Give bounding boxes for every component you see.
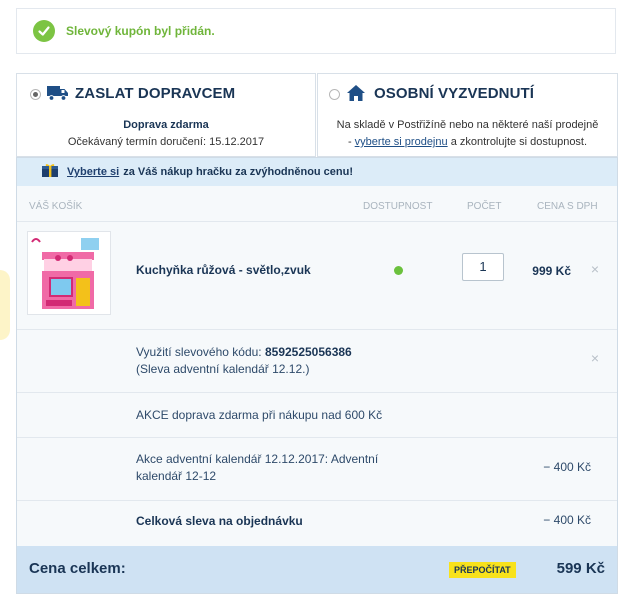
delivery-date-line: Očekávaný termín doručení: 15.12.2017 — [17, 134, 315, 151]
product-price: 999 Kč — [532, 264, 571, 278]
choose-store-link[interactable]: vyberte si prodejnu — [355, 136, 448, 148]
truck-icon — [47, 84, 69, 105]
remove-coupon-icon[interactable]: × — [591, 350, 599, 366]
promotion-line-2: kalendář 12-12 — [136, 469, 217, 483]
total-bar: Cena celkem: PŘEPOČÍTAT 599 Kč — [17, 546, 617, 593]
promotion-row: Akce adventní kalendář 12.12.2017: Adven… — [17, 438, 617, 501]
total-discount-row: Celková sleva na objednávku − 400 Kč — [17, 501, 617, 543]
quantity-input[interactable]: 1 — [462, 253, 504, 281]
header-cart: VÁŠ KOŠÍK — [29, 201, 83, 212]
decorative-strip — [0, 270, 10, 340]
promotion-line-1: Akce adventní kalendář 12.12.2017: Adven… — [136, 452, 379, 466]
product-image[interactable] — [27, 231, 111, 315]
pickup-check-text: a zkontrolujte si dostupnost. — [450, 136, 588, 148]
promotion-text: AKCE doprava zdarma při nákupu nad 600 K… — [136, 408, 383, 422]
promo-text: za Váš nákup hračku za zvýhodněnou cenu! — [123, 166, 354, 178]
promo-link[interactable]: Vyberte si — [67, 166, 119, 178]
pickup-details: Na skladě v Postřižíně nebo na některé n… — [318, 117, 617, 151]
shipping-option-pickup[interactable]: OSOBNÍ VYZVEDNUTÍ Na skladě v Postřižíně… — [317, 73, 618, 157]
remove-item-icon[interactable]: × — [591, 261, 599, 277]
success-notice: Slevový kupón byl přidán. — [16, 8, 616, 54]
header-count: POČET — [467, 201, 502, 212]
coupon-row: Využití slevového kódu: 8592525056386 (S… — [17, 330, 617, 393]
promo-banner: Vyberte si za Váš nákup hračku za zvýhod… — [17, 158, 617, 186]
coupon-note: (Sleva adventní kalendář 12.12.) — [136, 362, 310, 376]
availability-indicator — [394, 266, 403, 275]
shipping-options: ZASLAT DOPRAVCEM Doprava zdarma Očekávan… — [16, 73, 618, 157]
coupon-code: 8592525056386 — [264, 345, 352, 359]
coupon-text: Využití slevového kódu: 8592525056386 (S… — [136, 344, 352, 378]
pickup-dash: - — [347, 136, 352, 148]
recalculate-button[interactable]: PŘEPOČÍTAT — [449, 562, 516, 578]
carrier-title: ZASLAT DOPRAVCEM — [75, 85, 236, 102]
total-label: Cena celkem: — [29, 560, 126, 577]
promotion-row: AKCE doprava zdarma při nákupu nad 600 K… — [17, 393, 617, 438]
free-shipping-label: Doprava zdarma — [123, 119, 209, 131]
cart-table-header: VÁŠ KOŠÍK DOSTUPNOST POČET CENA S DPH — [17, 186, 617, 222]
cart-item-row: Kuchyňka růžová - světlo,zvuk 1 999 Kč × — [17, 222, 617, 330]
home-icon — [346, 84, 366, 105]
promotion-amount: − 400 Kč — [543, 460, 591, 474]
pickup-radio[interactable] — [329, 89, 340, 100]
total-discount-label: Celková sleva na objednávku — [136, 514, 303, 528]
pickup-store-line: - vyberte si prodejnu a zkontrolujte si … — [318, 134, 617, 151]
delivery-date-value: 15.12.2017 — [209, 136, 265, 148]
checkmark-icon — [33, 20, 55, 42]
header-availability: DOSTUPNOST — [363, 201, 433, 212]
pickup-title: OSOBNÍ VYZVEDNUTÍ — [374, 85, 535, 102]
total-price: 599 Kč — [556, 560, 605, 577]
total-discount-amount: − 400 Kč — [543, 513, 591, 527]
header-price: CENA S DPH — [537, 201, 598, 212]
coupon-label: Využití slevového kódu: — [136, 345, 262, 359]
shopping-cart: Vyberte si za Váš nákup hračku za zvýhod… — [16, 157, 618, 594]
carrier-radio[interactable] — [30, 89, 41, 100]
product-name[interactable]: Kuchyňka růžová - světlo,zvuk — [136, 263, 311, 277]
delivery-date-label: Očekávaný termín doručení: — [67, 136, 207, 148]
promotion-text: Akce adventní kalendář 12.12.2017: Adven… — [136, 451, 378, 485]
carrier-details: Doprava zdarma Očekávaný termín doručení… — [17, 117, 315, 151]
coupon-line: Využití slevového kódu: 8592525056386 — [136, 344, 352, 361]
notice-message: Slevový kupón byl přidán. — [66, 24, 215, 38]
shipping-option-carrier[interactable]: ZASLAT DOPRAVCEM Doprava zdarma Očekávan… — [16, 73, 316, 157]
pickup-stock-line: Na skladě v Postřižíně nebo na některé n… — [336, 119, 599, 131]
gift-icon — [41, 163, 59, 181]
